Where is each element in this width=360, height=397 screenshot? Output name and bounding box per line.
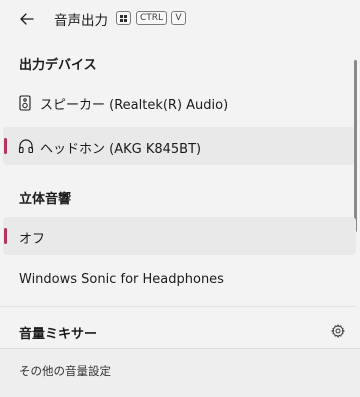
- windows-key-icon: [116, 11, 131, 25]
- gear-icon[interactable]: [331, 324, 345, 338]
- device-item-headphones[interactable]: ヘッドホン (AKG K845BT): [3, 127, 356, 165]
- scrollbar-thumb[interactable]: [354, 60, 357, 232]
- page-title: 音声出力: [54, 13, 108, 29]
- device-label: スピーカー (Realtek(R) Audio): [40, 98, 229, 113]
- panel-header: 音声出力 CTRL V: [0, 0, 360, 38]
- ctrl-key-badge: CTRL: [136, 11, 167, 25]
- panel-footer: その他の音量設定: [0, 348, 360, 397]
- divider: [0, 306, 356, 307]
- output-devices-heading: 出力デバイス: [19, 58, 97, 73]
- spatial-label: オフ: [19, 232, 46, 247]
- audio-output-panel: 音声出力 CTRL V 出力デバイス スピーカー (Realtek(R) Aud…: [0, 0, 360, 397]
- spatial-label: Windows Sonic for Headphones: [19, 272, 224, 287]
- spatial-sound-heading: 立体音響: [19, 192, 72, 207]
- spatial-item-windows-sonic[interactable]: Windows Sonic for Headphones: [0, 261, 356, 299]
- headphones-icon: [18, 139, 34, 154]
- speaker-icon: [19, 95, 31, 111]
- selected-indicator: [4, 138, 7, 154]
- spatial-item-off[interactable]: オフ: [3, 217, 356, 255]
- device-item-speaker[interactable]: スピーカー (Realtek(R) Audio): [0, 83, 356, 121]
- selected-indicator: [4, 228, 7, 244]
- device-label: ヘッドホン (AKG K845BT): [40, 142, 202, 157]
- volume-mixer-heading: 音量ミキサー: [19, 327, 98, 342]
- v-key-badge: V: [171, 11, 186, 25]
- more-volume-settings-link[interactable]: その他の音量設定: [19, 363, 111, 379]
- back-arrow-icon[interactable]: [18, 10, 36, 28]
